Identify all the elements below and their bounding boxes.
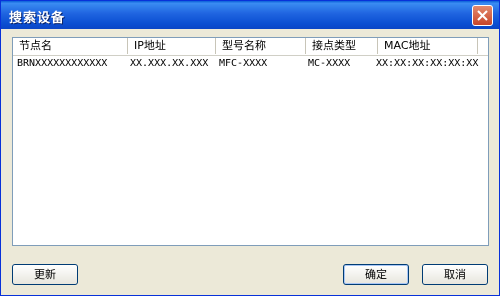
column-ip-address[interactable]: IP地址 <box>128 38 216 54</box>
device-list[interactable]: 节点名 IP地址 型号名称 接点类型 MAC地址 BRNXXXXXXXXXXXX… <box>12 37 489 246</box>
cell-node-name: BRNXXXXXXXXXXXX <box>17 58 108 69</box>
cell-model-name: MFC-XXXX <box>219 58 268 69</box>
window-title: 搜索设备 <box>9 11 66 26</box>
close-button[interactable] <box>472 5 493 26</box>
column-model-name[interactable]: 型号名称 <box>216 38 306 54</box>
title-bar: 搜索设备 <box>1 1 499 29</box>
table-row[interactable]: BRNXXXXXXXXXXXX XX.XXX.XX.XXX MFC-XXXX M… <box>13 57 488 71</box>
column-node-name[interactable]: 节点名 <box>13 38 128 54</box>
cell-node-type: MC-XXXX <box>308 58 351 69</box>
list-header: 节点名 IP地址 型号名称 接点类型 MAC地址 <box>13 38 488 56</box>
cancel-button[interactable]: 取消 <box>422 264 488 285</box>
ok-button[interactable]: 确定 <box>343 264 409 285</box>
refresh-button[interactable]: 更新 <box>12 264 78 285</box>
search-device-dialog: 搜索设备 节点名 IP地址 型号名称 接点类型 MAC地址 BRNXXXXXXX… <box>0 0 500 296</box>
column-node-type[interactable]: 接点类型 <box>306 38 378 54</box>
cell-ip-address: XX.XXX.XX.XXX <box>130 58 209 69</box>
close-icon <box>477 10 488 21</box>
column-mac-address[interactable]: MAC地址 <box>378 38 478 54</box>
cell-mac-address: XX:XX:XX:XX:XX:XX <box>376 58 479 69</box>
